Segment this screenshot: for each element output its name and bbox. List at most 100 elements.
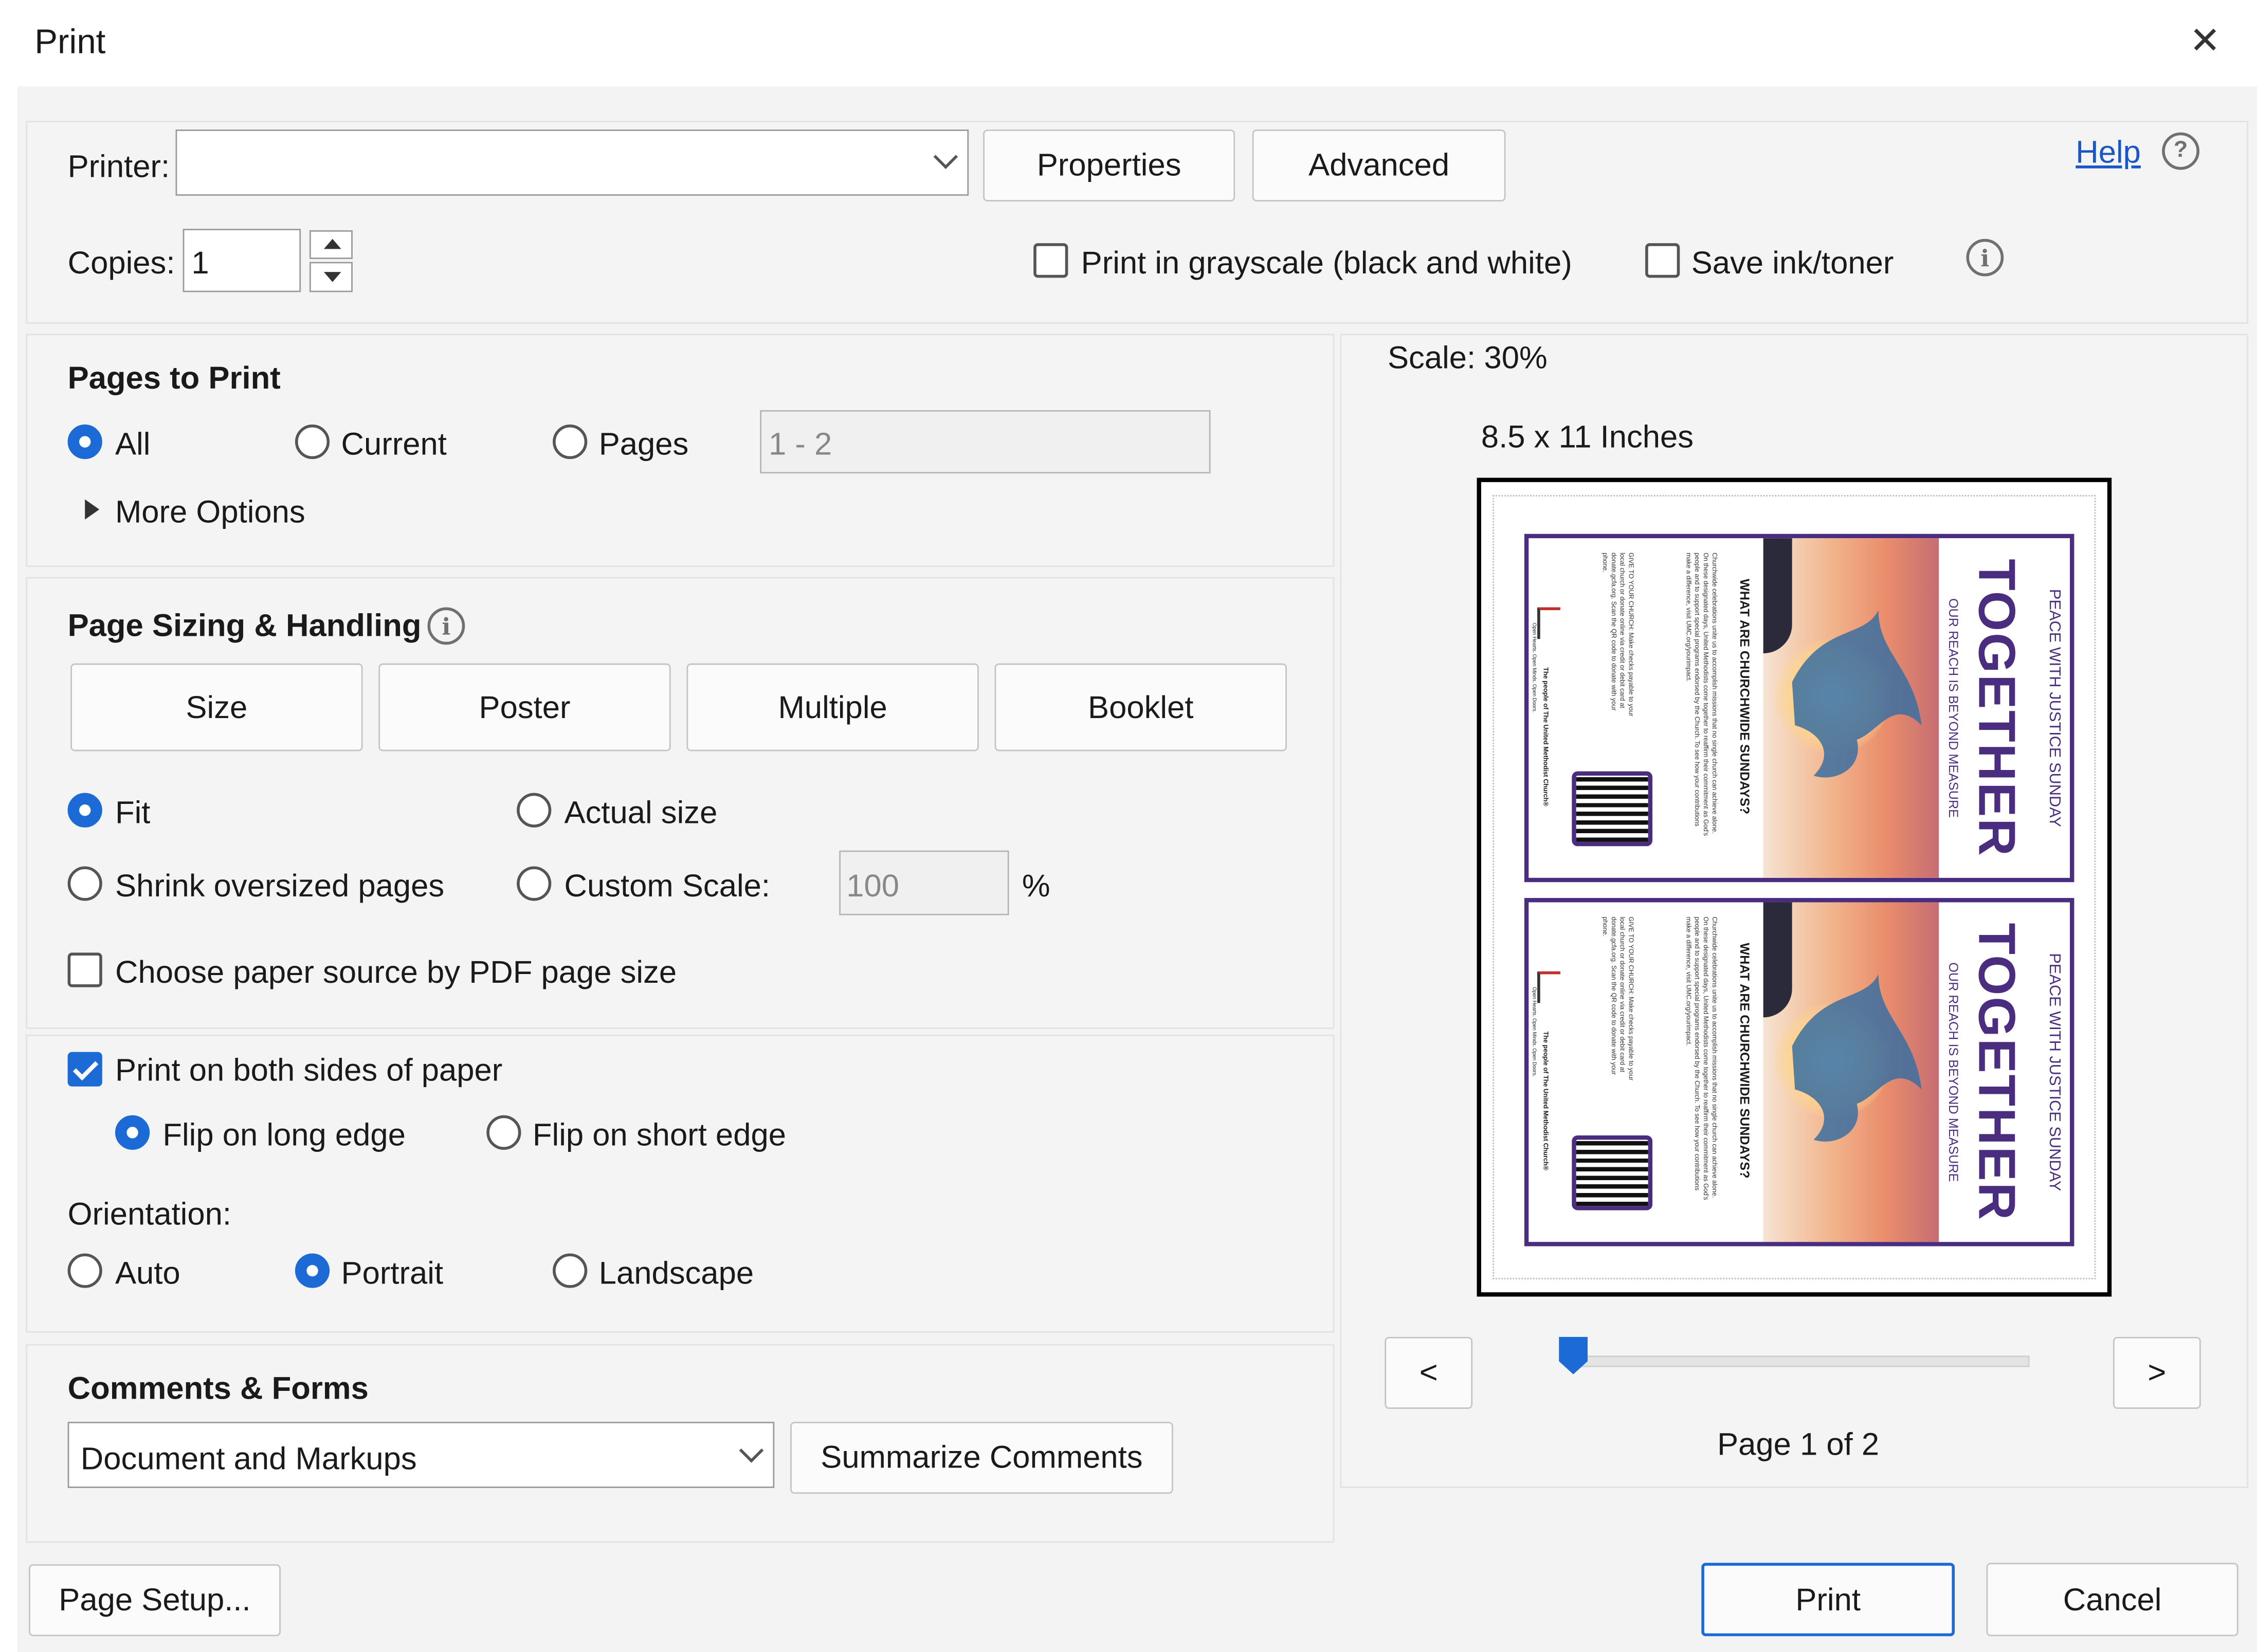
- qr-code: [1572, 771, 1653, 847]
- copies-field[interactable]: 1: [183, 229, 301, 292]
- scale-value: 30%: [1484, 339, 1548, 376]
- radio-flip-short[interactable]: [486, 1115, 521, 1150]
- both-sides-label: Print on both sides of paper: [115, 1052, 503, 1088]
- custom-scale-value: 100: [846, 868, 900, 904]
- dove-icon: [1792, 610, 1922, 778]
- radio-custom-scale-label: Custom Scale:: [564, 868, 771, 904]
- flyer-question: WHAT ARE CHURCHWIDE SUNDAYS?: [1737, 943, 1752, 1179]
- flyer-preview-1: PEACE WITH JUSTICE SUNDAY TOGETHER OUR R…: [1524, 534, 2074, 883]
- comments-dropdown-value: Document and Markups: [80, 1440, 417, 1477]
- info-icon[interactable]: i: [427, 607, 465, 645]
- copies-stepper-down[interactable]: [309, 262, 353, 292]
- flyer-title-strip: PEACE WITH JUSTICE SUNDAY TOGETHER OUR R…: [1939, 538, 2070, 878]
- flyer-tagline: Open Hearts. Open Minds. Open Doors.: [1531, 622, 1538, 713]
- flyer-give-text: GIVE TO YOUR CHURCH: Make checks payable…: [1602, 553, 1635, 717]
- both-sides-checkbox[interactable]: [67, 1052, 102, 1087]
- radio-auto[interactable]: [67, 1253, 102, 1288]
- copies-value: 1: [191, 244, 209, 281]
- copies-stepper-up[interactable]: [309, 230, 353, 259]
- properties-button[interactable]: Properties: [983, 129, 1235, 201]
- close-icon[interactable]: ✕: [2189, 23, 2220, 61]
- triangle-right-icon[interactable]: [85, 499, 100, 520]
- radio-actual-size-label: Actual size: [564, 794, 718, 831]
- page-slider-track[interactable]: [1573, 1355, 2030, 1367]
- dialog-title: Print: [34, 23, 106, 62]
- flyer-give-text: GIVE TO YOUR CHURCH: Make checks payable…: [1602, 916, 1635, 1081]
- comments-forms-heading: Comments & Forms: [67, 1370, 369, 1406]
- orientation-label: Orientation:: [67, 1196, 232, 1232]
- radio-shrink-label: Shrink oversized pages: [115, 868, 445, 904]
- chevron-down-icon: [933, 144, 958, 169]
- flyer-subtitle: OUR REACH IS BEYOND MEASURE: [1946, 962, 1961, 1182]
- caret-down-icon: [323, 272, 341, 282]
- percent-label: %: [1022, 868, 1050, 904]
- pages-range-value: 1 - 2: [769, 426, 832, 462]
- chevron-down-icon: [739, 1438, 764, 1463]
- radio-custom-scale[interactable]: [517, 866, 552, 901]
- flyer-title: TOGETHER: [1968, 559, 2027, 857]
- radio-portrait-label: Portrait: [341, 1255, 444, 1291]
- grayscale-checkbox[interactable]: [1033, 243, 1068, 278]
- flyer-org: The people of The United Methodist Churc…: [1542, 1031, 1550, 1170]
- more-options-toggle[interactable]: More Options: [115, 496, 305, 528]
- grayscale-label: Print in grayscale (black and white): [1081, 244, 1572, 281]
- tab-booklet[interactable]: Booklet: [994, 663, 1287, 751]
- info-icon[interactable]: i: [1966, 238, 2004, 277]
- radio-shrink[interactable]: [67, 866, 102, 901]
- pages-range-field[interactable]: 1 - 2: [760, 410, 1211, 474]
- flyer-question: WHAT ARE CHURCHWIDE SUNDAYS?: [1737, 578, 1752, 815]
- page-sizing-heading: Page Sizing & Handling: [67, 607, 422, 644]
- help-icon[interactable]: ?: [2162, 132, 2200, 170]
- help-link[interactable]: Help: [2076, 136, 2141, 169]
- copies-label: Copies:: [67, 244, 175, 281]
- cancel-button[interactable]: Cancel: [1986, 1563, 2238, 1637]
- flyer-dark-band: [1763, 538, 1792, 654]
- paper-source-label: Choose paper source by PDF page size: [115, 954, 677, 990]
- flyer-header: PEACE WITH JUSTICE SUNDAY: [2045, 953, 2063, 1191]
- flyer-dark-band: [1763, 902, 1792, 1018]
- radio-flip-long-label: Flip on long edge: [162, 1116, 406, 1153]
- radio-all-label: All: [115, 426, 151, 462]
- save-ink-checkbox[interactable]: [1645, 243, 1680, 278]
- radio-current-label: Current: [341, 426, 447, 462]
- custom-scale-field[interactable]: 100: [839, 850, 1009, 915]
- comments-dropdown[interactable]: Document and Markups: [67, 1422, 775, 1488]
- summarize-comments-button[interactable]: Summarize Comments: [790, 1422, 1173, 1494]
- advanced-button[interactable]: Advanced: [1252, 129, 1506, 201]
- radio-portrait[interactable]: [295, 1253, 330, 1288]
- radio-fit-label: Fit: [115, 794, 151, 831]
- scale-label: Scale:: [1387, 339, 1476, 376]
- next-page-button[interactable]: >: [2113, 1336, 2201, 1409]
- radio-auto-label: Auto: [115, 1255, 180, 1291]
- radio-actual-size[interactable]: [517, 793, 552, 828]
- print-dialog: Print ✕ Printer: Properties Advanced Hel…: [0, 0, 2257, 1652]
- radio-landscape-label: Landscape: [598, 1255, 754, 1291]
- flyer-title-strip: PEACE WITH JUSTICE SUNDAY TOGETHER OUR R…: [1939, 902, 2070, 1242]
- page-indicator: Page 1 of 2: [1717, 1426, 1880, 1462]
- cross-flame-logo: [1537, 971, 1560, 1003]
- caret-up-icon: [323, 238, 341, 249]
- print-button[interactable]: Print: [1701, 1563, 1955, 1637]
- radio-flip-long[interactable]: [115, 1115, 150, 1150]
- printer-select[interactable]: [175, 129, 969, 196]
- radio-fit[interactable]: [67, 793, 102, 828]
- radio-pages[interactable]: [553, 424, 588, 460]
- tab-size[interactable]: Size: [70, 663, 363, 751]
- radio-current[interactable]: [295, 424, 330, 460]
- flyer-preview-2: PEACE WITH JUSTICE SUNDAY TOGETHER OUR R…: [1524, 898, 2074, 1246]
- radio-all[interactable]: [67, 424, 102, 460]
- cross-flame-logo: [1537, 607, 1560, 639]
- paper-source-checkbox[interactable]: [67, 952, 102, 987]
- page-setup-button[interactable]: Page Setup...: [28, 1564, 281, 1637]
- radio-flip-short-label: Flip on short edge: [532, 1116, 786, 1153]
- tab-poster[interactable]: Poster: [378, 663, 671, 751]
- qr-code: [1572, 1135, 1653, 1210]
- prev-page-button[interactable]: <: [1385, 1336, 1473, 1409]
- title-bar: [0, 0, 2257, 86]
- paper-size-label: 8.5 x 11 Inches: [1481, 418, 1694, 455]
- radio-landscape[interactable]: [553, 1253, 588, 1288]
- tab-multiple[interactable]: Multiple: [686, 663, 979, 751]
- flyer-title: TOGETHER: [1968, 923, 2027, 1222]
- dove-icon: [1792, 974, 1922, 1142]
- flyer-org: The people of The United Methodist Churc…: [1542, 667, 1550, 806]
